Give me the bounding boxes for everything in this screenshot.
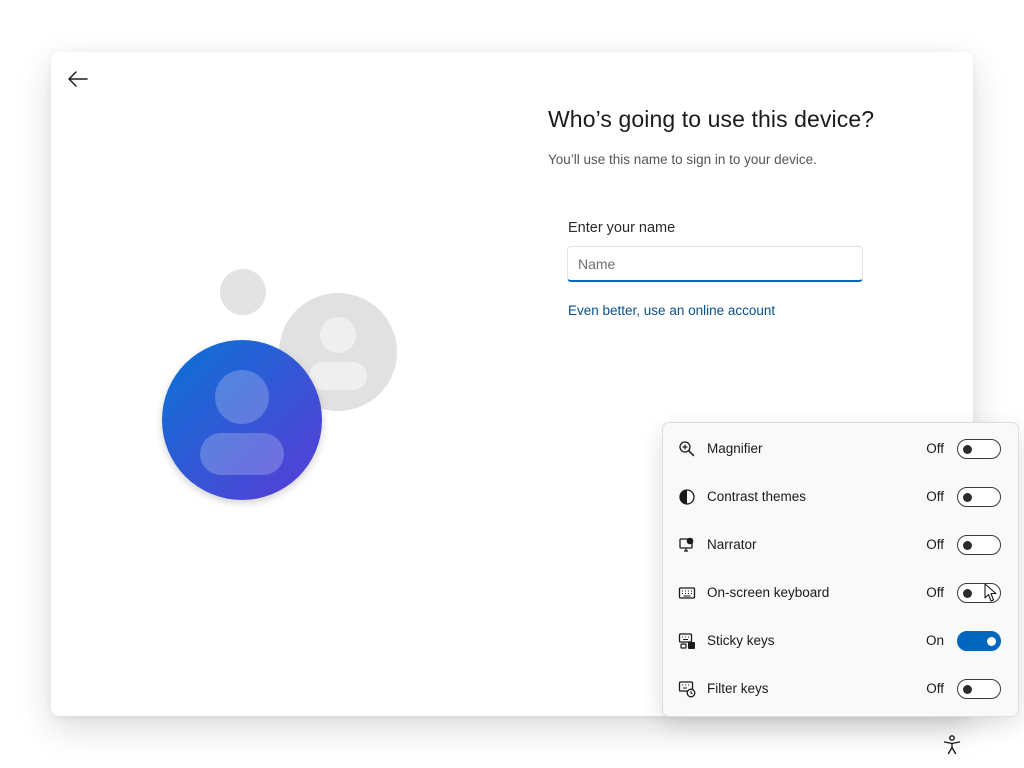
sticky-keys-toggle[interactable]: [957, 631, 1001, 651]
oobe-screen: Who’s going to use this device? You’ll u…: [0, 0, 1024, 768]
primary-avatar: [162, 340, 322, 500]
online-account-link[interactable]: Even better, use an online account: [568, 303, 775, 318]
toggle-knob: [962, 588, 972, 598]
a11y-state: Off: [926, 441, 944, 456]
filter-keys-icon: [678, 681, 696, 698]
a11y-state: Off: [926, 585, 944, 600]
accessibility-icon: [943, 735, 961, 755]
a11y-label: Narrator: [707, 537, 757, 552]
decor-dot: [220, 269, 266, 315]
page-title: Who’s going to use this device?: [548, 106, 875, 132]
users-illustration: [162, 269, 397, 500]
filter-keys-toggle[interactable]: [957, 679, 1001, 699]
on-screen-keyboard-toggle[interactable]: [957, 583, 1001, 603]
contrast-icon: [679, 489, 695, 505]
a11y-label: Sticky keys: [707, 633, 775, 648]
toggle-knob: [962, 444, 972, 454]
toggle-knob: [962, 684, 972, 694]
a11y-row-magnifier[interactable]: Magnifier Off: [663, 425, 1018, 473]
contrast-themes-toggle[interactable]: [957, 487, 1001, 507]
toggle-knob: [962, 540, 972, 550]
a11y-state: Off: [926, 681, 944, 696]
sticky-keys-icon: [678, 633, 695, 649]
accessibility-button[interactable]: [940, 733, 964, 757]
magnifier-icon: [679, 441, 695, 457]
name-input[interactable]: [567, 246, 863, 282]
a11y-row-narrator[interactable]: Narrator Off: [663, 521, 1018, 569]
narrator-icon: [679, 537, 694, 552]
name-field-label: Enter your name: [568, 220, 676, 236]
a11y-state: Off: [926, 489, 944, 504]
a11y-label: Filter keys: [707, 681, 769, 696]
narrator-toggle[interactable]: [957, 535, 1001, 555]
magnifier-toggle[interactable]: [957, 439, 1001, 459]
accessibility-flyout: Magnifier Off Contrast themes Off Narrat…: [662, 422, 1019, 717]
a11y-row-sticky-keys[interactable]: Sticky keys On: [663, 617, 1018, 665]
a11y-row-contrast-themes[interactable]: Contrast themes Off: [663, 473, 1018, 521]
a11y-label: Magnifier: [707, 441, 763, 456]
a11y-state: Off: [926, 537, 944, 552]
a11y-label: On-screen keyboard: [707, 585, 830, 600]
a11y-state: On: [925, 633, 944, 648]
toggle-knob: [986, 636, 996, 646]
a11y-label: Contrast themes: [707, 489, 807, 504]
toggle-knob: [962, 492, 972, 502]
a11y-row-filter-keys[interactable]: Filter keys Off: [663, 665, 1018, 713]
a11y-row-on-screen-keyboard[interactable]: On-screen keyboard Off: [663, 569, 1018, 617]
keyboard-icon: [678, 587, 696, 599]
page-subtitle: You’ll use this name to sign in to your …: [548, 152, 817, 167]
